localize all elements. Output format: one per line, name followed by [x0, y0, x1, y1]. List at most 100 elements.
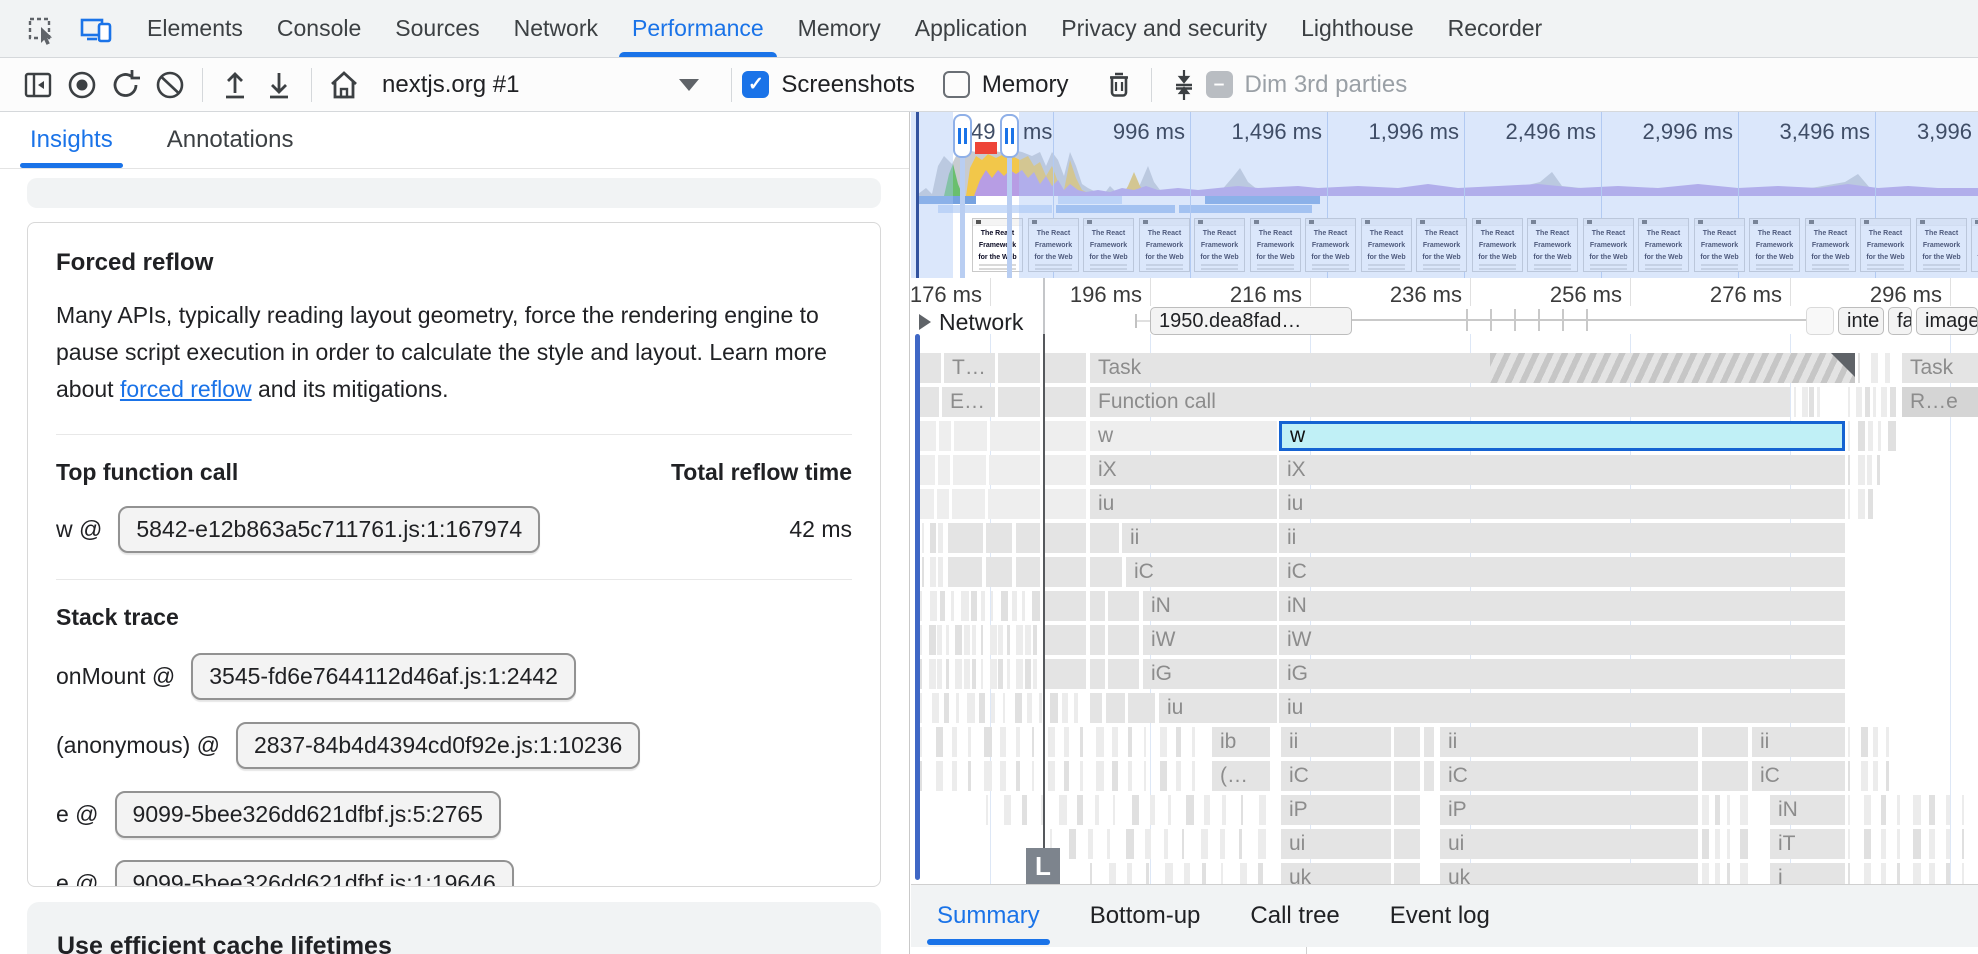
- dim-3rd-parties-checkbox[interactable]: –: [1206, 71, 1233, 98]
- flame-event-bar[interactable]: [1168, 795, 1171, 825]
- flame-event-bar[interactable]: [955, 625, 962, 655]
- flame-event-bar[interactable]: [939, 421, 951, 451]
- flame-event-bar[interactable]: Task: [1902, 353, 1978, 383]
- flame-event-bar[interactable]: iN: [1770, 795, 1845, 825]
- flame-event-bar[interactable]: [1222, 795, 1226, 825]
- memory-label[interactable]: Memory: [982, 71, 1069, 99]
- flame-event-bar[interactable]: [998, 659, 1003, 689]
- flame-event-bar[interactable]: [920, 659, 922, 689]
- flame-event-bar[interactable]: [1033, 659, 1037, 689]
- flame-event-bar[interactable]: [1897, 863, 1900, 884]
- flame-event-bar[interactable]: [1861, 727, 1868, 757]
- flame-event-bar[interactable]: [930, 523, 936, 553]
- source-location-link[interactable]: 5842-e12b863a5c711761.js:1:167974: [118, 506, 540, 553]
- flame-event-bar[interactable]: [936, 761, 943, 791]
- flame-event-bar[interactable]: [990, 421, 1040, 451]
- flame-event-bar[interactable]: [920, 625, 922, 655]
- flame-event-bar[interactable]: [938, 455, 950, 485]
- flame-event-bar[interactable]: [1007, 625, 1010, 655]
- flame-event-bar[interactable]: uk: [1440, 863, 1698, 884]
- flame-event-bar[interactable]: [1045, 523, 1086, 553]
- flame-event-bar[interactable]: [1890, 387, 1896, 417]
- flame-event-bar[interactable]: [1113, 795, 1115, 825]
- flame-event-bar[interactable]: [964, 659, 970, 689]
- flame-event-bar[interactable]: [1241, 795, 1243, 825]
- flame-event-bar[interactable]: iu: [1279, 693, 1845, 723]
- flame-event-bar[interactable]: [1864, 829, 1871, 859]
- flame-event-bar[interactable]: [1239, 829, 1242, 859]
- flame-event-bar[interactable]: [1128, 761, 1132, 791]
- flame-event-bar[interactable]: [1160, 761, 1167, 791]
- bottom-tab-event-log[interactable]: Event log: [1390, 902, 1490, 930]
- flame-event-bar[interactable]: [1108, 625, 1139, 655]
- flame-event-bar[interactable]: (…: [1212, 761, 1270, 791]
- flame-event-bar[interactable]: [1080, 727, 1083, 757]
- cache-lifetimes-card[interactable]: Use efficient cache lifetimes: [27, 902, 881, 954]
- flame-event-bar[interactable]: [1873, 727, 1878, 757]
- flame-event-bar[interactable]: Function call: [1090, 387, 1790, 417]
- network-request-chip[interactable]: inte: [1838, 307, 1884, 335]
- flame-event-bar[interactable]: [953, 455, 986, 485]
- flame-event-bar[interactable]: [1258, 863, 1263, 884]
- bottom-tab-bottom-up[interactable]: Bottom-up: [1090, 902, 1201, 930]
- flame-event-bar[interactable]: [1886, 761, 1889, 791]
- flame-event-bar[interactable]: [1740, 829, 1748, 859]
- flame-event-bar[interactable]: iG: [1279, 659, 1845, 689]
- flame-event-bar[interactable]: iC: [1126, 557, 1277, 587]
- flame-event-bar[interactable]: [920, 591, 922, 621]
- flame-event-bar[interactable]: iC: [1752, 761, 1845, 791]
- flame-event-bar[interactable]: [1817, 387, 1820, 417]
- flame-event-bar[interactable]: [1096, 761, 1104, 791]
- flame-event-bar[interactable]: [1050, 693, 1058, 723]
- flame-event-bar[interactable]: [954, 421, 987, 451]
- flame-event-bar[interactable]: [1016, 761, 1020, 791]
- flame-event-bar[interactable]: [1873, 761, 1878, 791]
- inspect-icon[interactable]: [20, 7, 64, 51]
- flame-event-bar[interactable]: uk: [1281, 863, 1391, 884]
- flame-event-bar[interactable]: [964, 625, 970, 655]
- flame-vertical-scrollbar[interactable]: [915, 334, 920, 880]
- flame-event-bar[interactable]: [1025, 659, 1031, 689]
- bottom-tab-summary[interactable]: Summary: [937, 902, 1040, 930]
- flame-event-bar[interactable]: [1144, 727, 1146, 757]
- flame-event-bar[interactable]: [967, 693, 975, 723]
- timeline-minimap[interactable]: The ReactFrameworkfor the WebThe ReactFr…: [911, 112, 1978, 278]
- flame-event-bar[interactable]: [991, 693, 995, 723]
- flame-event-bar[interactable]: [1045, 353, 1086, 383]
- flame-event-bar[interactable]: [922, 557, 924, 587]
- flame-event-bar[interactable]: [1090, 625, 1105, 655]
- flame-event-bar[interactable]: [920, 387, 939, 417]
- flame-event-bar[interactable]: E…: [942, 387, 995, 417]
- source-location-link[interactable]: 3545-fd6e7644112d46af.js:1:2442: [191, 653, 576, 700]
- flame-event-bar[interactable]: [1045, 557, 1086, 587]
- flame-event-bar[interactable]: [1004, 795, 1011, 825]
- flame-event-bar[interactable]: [981, 591, 985, 621]
- flame-event-bar[interactable]: [1848, 863, 1850, 884]
- flame-event-bar[interactable]: [1848, 455, 1850, 485]
- flame-event-bar[interactable]: [1106, 693, 1125, 723]
- flame-event-bar[interactable]: [1394, 829, 1420, 859]
- toggle-sidebar-button[interactable]: [16, 63, 60, 107]
- flame-event-bar[interactable]: [946, 659, 949, 689]
- flame-event-bar[interactable]: [1016, 727, 1020, 757]
- flame-event-bar[interactable]: iu: [1279, 489, 1845, 519]
- flame-event-bar[interactable]: [1182, 829, 1184, 859]
- flame-event-bar[interactable]: ui: [1281, 829, 1391, 859]
- flame-event-bar[interactable]: [1048, 761, 1055, 791]
- flame-event-bar[interactable]: [1864, 795, 1871, 825]
- flame-event-bar[interactable]: iu: [1090, 489, 1277, 519]
- flame-event-bar[interactable]: [1858, 455, 1865, 485]
- flame-event-bar[interactable]: [1702, 829, 1709, 859]
- flame-event-bar[interactable]: iC: [1281, 761, 1391, 791]
- flame-event-bar[interactable]: [1048, 727, 1055, 757]
- flame-event-bar[interactable]: [1127, 863, 1132, 884]
- flame-event-bar[interactable]: [1848, 761, 1850, 791]
- flame-event-bar[interactable]: [1045, 455, 1086, 485]
- flame-event-bar[interactable]: [938, 557, 943, 587]
- flame-event-bar[interactable]: [998, 387, 1040, 417]
- flame-event-bar[interactable]: [1886, 727, 1889, 757]
- flame-event-bar[interactable]: [1032, 761, 1034, 791]
- flame-event-bar[interactable]: [1802, 387, 1808, 417]
- tab-elements[interactable]: Elements: [130, 0, 260, 57]
- flame-event-bar[interactable]: [930, 591, 937, 621]
